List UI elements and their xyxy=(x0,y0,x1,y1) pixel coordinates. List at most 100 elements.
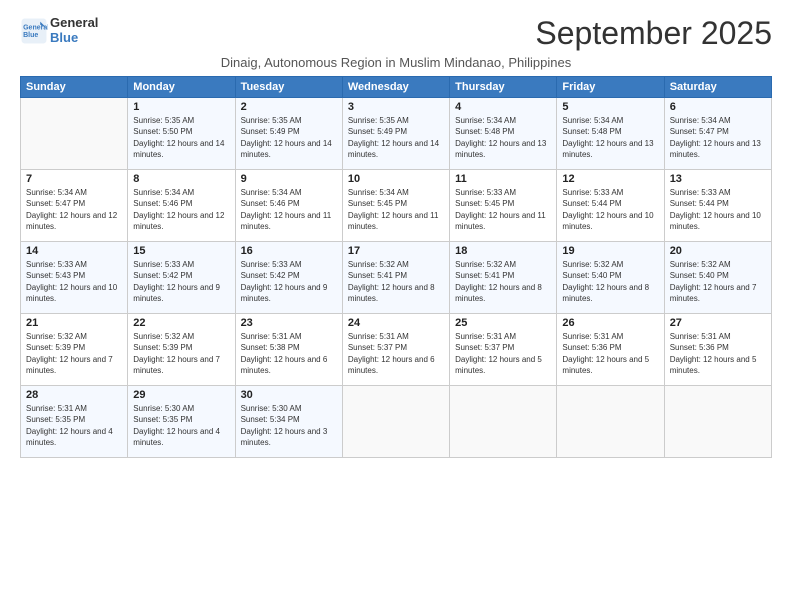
page: General Blue General Blue September 2025… xyxy=(0,0,792,612)
calendar-cell xyxy=(664,386,771,458)
calendar-cell: 12Sunrise: 5:33 AMSunset: 5:44 PMDayligh… xyxy=(557,170,664,242)
day-number: 30 xyxy=(241,389,337,401)
cell-info: Sunrise: 5:32 AMSunset: 5:39 PMDaylight:… xyxy=(133,331,229,376)
logo-icon: General Blue xyxy=(20,17,48,45)
day-number: 9 xyxy=(241,173,337,185)
cell-info: Sunrise: 5:34 AMSunset: 5:46 PMDaylight:… xyxy=(133,187,229,232)
calendar-cell: 15 Sunrise: 5:33 AMSunset: 5:42 PMDayligh… xyxy=(128,242,235,314)
day-number: 27 xyxy=(670,317,766,329)
day-number: 6 xyxy=(670,101,766,113)
calendar-cell xyxy=(557,386,664,458)
cell-info: Sunrise: 5:31 AMSunset: 5:36 PMDaylight:… xyxy=(562,331,658,376)
calendar-cell: 11Sunrise: 5:33 AMSunset: 5:45 PMDayligh… xyxy=(450,170,557,242)
calendar-cell: 13 Sunrise: 5:33 AMSunset: 5:44 PMDayligh… xyxy=(664,170,771,242)
col-monday: Monday xyxy=(128,77,235,98)
day-number: 3 xyxy=(348,101,444,113)
day-number: 28 xyxy=(26,389,122,401)
cell-info: Sunrise: 5:33 AMSunset: 5:44 PMDaylight:… xyxy=(562,187,658,232)
calendar-body: 1Sunrise: 5:35 AMSunset: 5:50 PMDaylight… xyxy=(21,98,772,458)
day-number: 17 xyxy=(348,245,444,257)
subtitle: Dinaig, Autonomous Region in Muslim Mind… xyxy=(20,55,772,70)
col-sunday: Sunday xyxy=(21,77,128,98)
calendar-cell: 29 Sunrise: 5:30 AMSunset: 5:35 PMDayligh… xyxy=(128,386,235,458)
cell-info: Sunrise: 5:31 AMSunset: 5:37 PMDaylight:… xyxy=(348,331,444,376)
calendar-cell: 5Sunrise: 5:34 AMSunset: 5:48 PMDaylight… xyxy=(557,98,664,170)
day-number: 15 xyxy=(133,245,229,257)
calendar-cell xyxy=(21,98,128,170)
day-number: 29 xyxy=(133,389,229,401)
day-number: 8 xyxy=(133,173,229,185)
day-number: 23 xyxy=(241,317,337,329)
calendar-cell: 28 Sunrise: 5:31 AMSunset: 5:35 PMDayligh… xyxy=(21,386,128,458)
calendar-cell: 30 Sunrise: 5:30 AMSunset: 5:34 PMDayligh… xyxy=(235,386,342,458)
cell-info: Sunrise: 5:31 AMSunset: 5:38 PMDaylight:… xyxy=(241,331,337,376)
cell-info: Sunrise: 5:34 AMSunset: 5:48 PMDaylight:… xyxy=(455,115,551,160)
calendar-cell: 25 Sunrise: 5:31 AMSunset: 5:37 PMDayligh… xyxy=(450,314,557,386)
calendar-cell: 7Sunrise: 5:34 AMSunset: 5:47 PMDaylight… xyxy=(21,170,128,242)
logo-line2: Blue xyxy=(50,31,98,46)
calendar-cell: 4 Sunrise: 5:34 AMSunset: 5:48 PMDaylight… xyxy=(450,98,557,170)
calendar-cell: 6 Sunrise: 5:34 AMSunset: 5:47 PMDaylight… xyxy=(664,98,771,170)
cell-info: Sunrise: 5:30 AMSunset: 5:34 PMDaylight:… xyxy=(241,403,337,448)
calendar-cell xyxy=(450,386,557,458)
day-number: 1 xyxy=(133,101,229,113)
cell-info: Sunrise: 5:32 AMSunset: 5:39 PMDaylight:… xyxy=(26,331,122,376)
day-number: 26 xyxy=(562,317,658,329)
day-number: 24 xyxy=(348,317,444,329)
calendar-week-5: 28 Sunrise: 5:31 AMSunset: 5:35 PMDayligh… xyxy=(21,386,772,458)
day-number: 5 xyxy=(562,101,658,113)
cell-info: Sunrise: 5:34 AMSunset: 5:47 PMDaylight:… xyxy=(670,115,766,160)
cell-info: Sunrise: 5:33 AMSunset: 5:44 PMDaylight:… xyxy=(670,187,766,232)
calendar-cell: 27Sunrise: 5:31 AMSunset: 5:36 PMDayligh… xyxy=(664,314,771,386)
logo: General Blue General Blue xyxy=(20,16,98,46)
calendar-cell: 24 Sunrise: 5:31 AMSunset: 5:37 PMDayligh… xyxy=(342,314,449,386)
day-number: 13 xyxy=(670,173,766,185)
calendar-table: Sunday Monday Tuesday Wednesday Thursday… xyxy=(20,76,772,458)
calendar-week-1: 1Sunrise: 5:35 AMSunset: 5:50 PMDaylight… xyxy=(21,98,772,170)
day-number: 21 xyxy=(26,317,122,329)
calendar-cell: 2Sunrise: 5:35 AMSunset: 5:49 PMDaylight… xyxy=(235,98,342,170)
calendar-week-4: 21 Sunrise: 5:32 AMSunset: 5:39 PMDayligh… xyxy=(21,314,772,386)
cell-info: Sunrise: 5:32 AMSunset: 5:40 PMDaylight:… xyxy=(670,259,766,304)
svg-text:General: General xyxy=(23,24,48,31)
calendar-cell: 8 Sunrise: 5:34 AMSunset: 5:46 PMDaylight… xyxy=(128,170,235,242)
day-number: 25 xyxy=(455,317,551,329)
day-number: 19 xyxy=(562,245,658,257)
logo-line1: General xyxy=(50,16,98,31)
cell-info: Sunrise: 5:34 AMSunset: 5:45 PMDaylight:… xyxy=(348,187,444,232)
calendar-cell: 26 Sunrise: 5:31 AMSunset: 5:36 PMDayligh… xyxy=(557,314,664,386)
day-number: 14 xyxy=(26,245,122,257)
cell-info: Sunrise: 5:31 AMSunset: 5:35 PMDaylight:… xyxy=(26,403,122,448)
calendar-cell: 18 Sunrise: 5:32 AMSunset: 5:41 PMDayligh… xyxy=(450,242,557,314)
cell-info: Sunrise: 5:33 AMSunset: 5:45 PMDaylight:… xyxy=(455,187,551,232)
cell-info: Sunrise: 5:32 AMSunset: 5:40 PMDaylight:… xyxy=(562,259,658,304)
col-wednesday: Wednesday xyxy=(342,77,449,98)
col-tuesday: Tuesday xyxy=(235,77,342,98)
col-friday: Friday xyxy=(557,77,664,98)
cell-info: Sunrise: 5:32 AMSunset: 5:41 PMDaylight:… xyxy=(348,259,444,304)
day-number: 4 xyxy=(455,101,551,113)
cell-info: Sunrise: 5:32 AMSunset: 5:41 PMDaylight:… xyxy=(455,259,551,304)
calendar-cell: 20Sunrise: 5:32 AMSunset: 5:40 PMDayligh… xyxy=(664,242,771,314)
calendar-cell: 22Sunrise: 5:32 AMSunset: 5:39 PMDayligh… xyxy=(128,314,235,386)
cell-info: Sunrise: 5:34 AMSunset: 5:46 PMDaylight:… xyxy=(241,187,337,232)
calendar-cell: 19 Sunrise: 5:32 AMSunset: 5:40 PMDayligh… xyxy=(557,242,664,314)
month-title: September 2025 xyxy=(535,16,772,51)
day-number: 2 xyxy=(241,101,337,113)
calendar-week-2: 7Sunrise: 5:34 AMSunset: 5:47 PMDaylight… xyxy=(21,170,772,242)
col-saturday: Saturday xyxy=(664,77,771,98)
svg-text:Blue: Blue xyxy=(23,32,38,39)
header-row: Sunday Monday Tuesday Wednesday Thursday… xyxy=(21,77,772,98)
cell-info: Sunrise: 5:30 AMSunset: 5:35 PMDaylight:… xyxy=(133,403,229,448)
cell-info: Sunrise: 5:33 AMSunset: 5:42 PMDaylight:… xyxy=(241,259,337,304)
day-number: 7 xyxy=(26,173,122,185)
calendar-cell: 10 Sunrise: 5:34 AMSunset: 5:45 PMDayligh… xyxy=(342,170,449,242)
calendar-cell: 14Sunrise: 5:33 AMSunset: 5:43 PMDayligh… xyxy=(21,242,128,314)
cell-info: Sunrise: 5:33 AMSunset: 5:42 PMDaylight:… xyxy=(133,259,229,304)
day-number: 10 xyxy=(348,173,444,185)
calendar-cell: 16 Sunrise: 5:33 AMSunset: 5:42 PMDayligh… xyxy=(235,242,342,314)
cell-info: Sunrise: 5:31 AMSunset: 5:37 PMDaylight:… xyxy=(455,331,551,376)
day-number: 18 xyxy=(455,245,551,257)
calendar-cell: 3Sunrise: 5:35 AMSunset: 5:49 PMDaylight… xyxy=(342,98,449,170)
day-number: 16 xyxy=(241,245,337,257)
